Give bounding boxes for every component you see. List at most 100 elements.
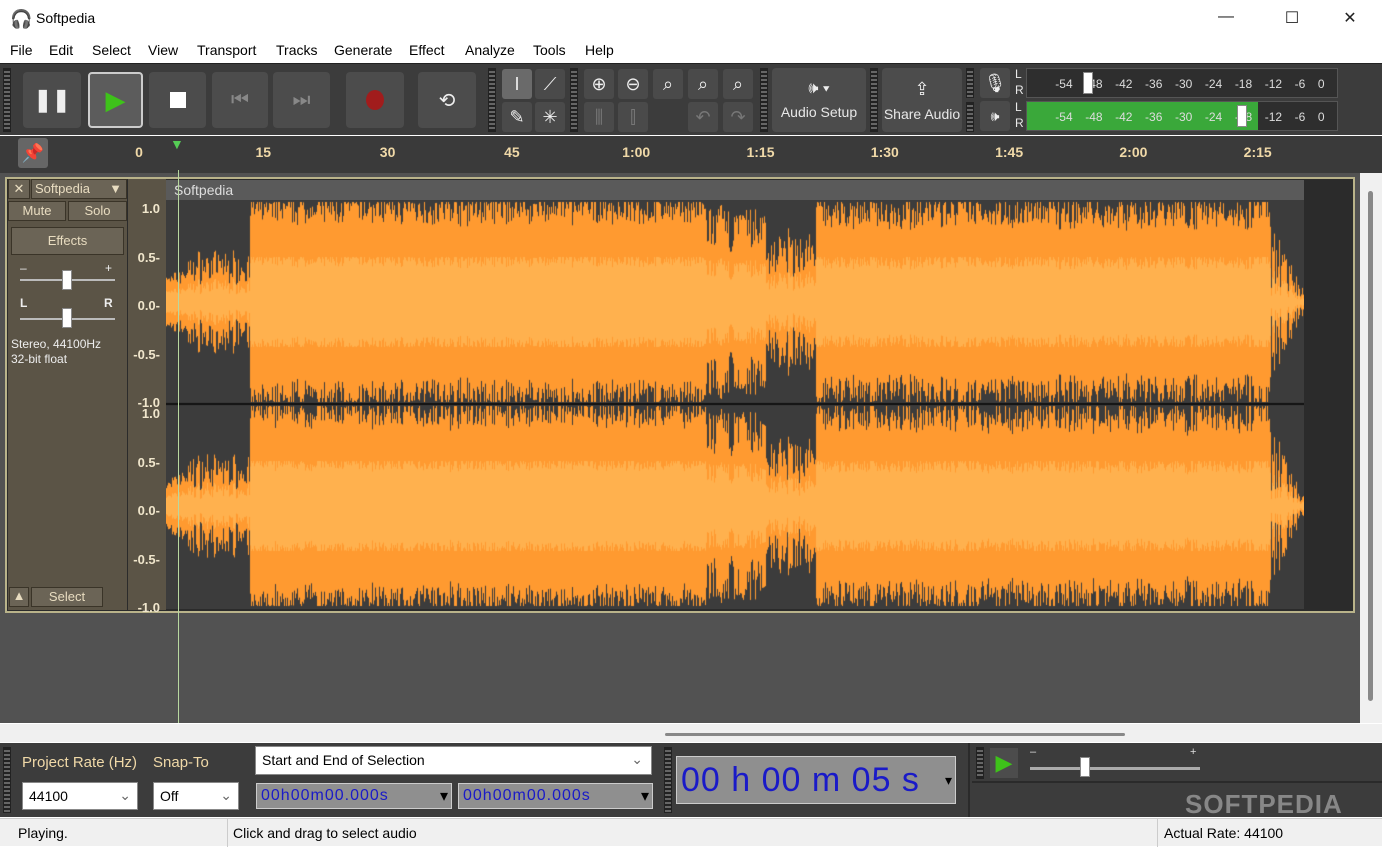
selection-toolbar: Project Rate (Hz) Snap-To 44100 ⌄ Off ⌄ St… — [0, 743, 1382, 819]
playback-meter-button[interactable]: 🕪 — [980, 101, 1010, 131]
menu-analyze[interactable]: Analyze — [465, 42, 515, 58]
playback-volume-slider[interactable] — [1237, 105, 1247, 127]
fit-selection-button[interactable]: ⌕ — [653, 69, 683, 99]
selection-mode-select[interactable]: Start and End of Selection ⌄ — [255, 746, 652, 775]
toolbar-grip[interactable] — [488, 68, 496, 132]
playhead-pin-icon[interactable]: ▼ — [170, 136, 184, 152]
toolbar-grip[interactable] — [870, 68, 878, 132]
menu-view[interactable]: View — [148, 42, 178, 58]
effects-button[interactable]: Effects — [11, 227, 124, 255]
pan-slider-handle[interactable] — [62, 308, 72, 328]
project-rate-label: Project Rate (Hz) — [22, 754, 138, 771]
close-track-button[interactable]: ✕ — [8, 179, 30, 199]
menu-tools[interactable]: Tools — [533, 42, 566, 58]
trim-button[interactable]: ⫼ — [584, 102, 614, 132]
mute-button[interactable]: Mute — [8, 201, 66, 221]
timeline-ruler[interactable]: 📌 ▼ 0 15 30 45 1:00 1:15 1:30 1:45 2:00 2:15 — [0, 136, 1382, 173]
toolbar-grip[interactable] — [976, 747, 984, 779]
waveform[interactable] — [166, 200, 1304, 609]
redo-button[interactable]: ↷ — [723, 102, 753, 132]
minimize-button[interactable]: — — [1206, 8, 1246, 30]
horizontal-scroll-thumb[interactable] — [665, 733, 1125, 736]
pause-icon: ❚❚ — [33, 87, 71, 112]
loop-button[interactable]: ⟲ — [418, 72, 476, 128]
record-meter-button[interactable]: 🎙 — [980, 68, 1010, 98]
pause-button[interactable]: ❚❚ — [23, 72, 81, 128]
envelope-tool[interactable]: ⟋ — [535, 69, 565, 99]
selection-end-time[interactable]: 00h00m00.000s ▾ — [458, 783, 653, 809]
close-icon: ✕ — [13, 181, 25, 196]
toolbar-grip[interactable] — [966, 68, 974, 98]
dropdown-arrow-icon: ▼ — [109, 181, 122, 196]
zoom-toggle-button[interactable]: ⌕ — [723, 69, 753, 99]
play-button[interactable]: ▶ — [88, 72, 143, 128]
track-menu-button[interactable]: Softpedia ▼ — [31, 179, 127, 199]
audio-setup-button[interactable]: 🕪 ▾ Audio Setup — [772, 68, 866, 132]
share-audio-button[interactable]: ⇪ Share Audio — [882, 68, 962, 132]
toolbar-grip[interactable] — [3, 747, 11, 813]
playback-speed-slider[interactable] — [1030, 767, 1200, 770]
collapse-track-button[interactable]: ▲ — [9, 587, 29, 607]
close-button[interactable]: ✕ — [1330, 8, 1370, 30]
clip-header[interactable]: Softpedia — [166, 180, 1304, 200]
record-meter[interactable]: -54 -48 -42 -36 -30 -24 -18 -12 -6 0 — [1026, 68, 1338, 98]
toolbar-grip[interactable] — [966, 102, 974, 132]
menu-help[interactable]: Help — [585, 42, 614, 58]
skip-to-start-button[interactable]: ⏮ — [212, 72, 268, 128]
gain-plus-label: + — [105, 261, 113, 275]
toolbar-grip[interactable] — [760, 68, 768, 132]
meter-right-label: R — [1015, 116, 1024, 130]
playback-speed-handle[interactable] — [1080, 757, 1090, 777]
amplitude-label: 1.0 — [141, 201, 160, 216]
meter-tick-label: -36 — [1145, 110, 1163, 124]
menu-tracks[interactable]: Tracks — [276, 42, 317, 58]
selection-start-time[interactable]: 00h00m00.000s ▾ — [256, 783, 452, 809]
draw-tool[interactable]: ✎ — [502, 102, 532, 132]
time-display[interactable]: 00 h 00 m 05 s ▾ — [676, 756, 956, 804]
ruler-label: 1:00 — [622, 144, 651, 160]
vertical-scrollbar[interactable] — [1360, 173, 1382, 723]
toolbar-grip[interactable] — [664, 747, 672, 813]
divider — [972, 781, 1382, 783]
amplitude-ruler[interactable]: 1.0 0.5- 0.0- -0.5- -1.0 1.0 0.5- 0.0- -0.5- -1.0 — [128, 179, 166, 615]
fit-project-button[interactable]: ⌕ — [688, 69, 718, 99]
silence-button[interactable]: ⫿ — [618, 102, 648, 132]
horizontal-scrollbar[interactable] — [0, 724, 1382, 742]
toolbar-grip[interactable] — [570, 68, 578, 132]
stop-button[interactable] — [149, 72, 206, 128]
selection-tool[interactable]: I — [502, 69, 532, 99]
gain-slider-handle[interactable] — [62, 270, 72, 290]
window-title: Softpedia — [36, 10, 96, 26]
selection-mode-value: Start and End of Selection — [262, 752, 425, 768]
solo-button[interactable]: Solo — [68, 201, 127, 221]
status-state: Playing. — [18, 825, 68, 841]
play-at-speed-button[interactable]: ▶ — [990, 748, 1018, 778]
menu-generate[interactable]: Generate — [334, 42, 392, 58]
snap-to-select[interactable]: Off ⌄ — [153, 782, 239, 810]
multi-tool[interactable]: ✳ — [535, 102, 565, 132]
menu-effect[interactable]: Effect — [409, 42, 445, 58]
zoom-out-button[interactable]: ⊖ — [618, 69, 648, 99]
playback-meter[interactable]: -54-48-42-36-30-24-18-12-60 — [1026, 101, 1338, 131]
amplitude-label: 0.5- — [137, 454, 160, 470]
ruler-label: 30 — [379, 144, 396, 160]
skip-to-end-button[interactable]: ⏭ — [273, 72, 330, 128]
maximize-button[interactable]: ☐ — [1272, 8, 1312, 30]
menu-file[interactable]: File — [10, 42, 33, 58]
zoom-in-button[interactable]: ⊕ — [584, 69, 614, 99]
menu-transport[interactable]: Transport — [197, 42, 256, 58]
undo-button[interactable]: ↶ — [688, 102, 718, 132]
vertical-scroll-thumb[interactable] — [1368, 191, 1373, 701]
menu-select[interactable]: Select — [92, 42, 131, 58]
select-track-button[interactable]: Select — [31, 587, 103, 607]
pin-playhead-button[interactable]: 📌 — [18, 138, 48, 168]
record-level-slider[interactable] — [1083, 72, 1093, 94]
microphone-icon: 🎙 — [983, 72, 1007, 93]
menu-edit[interactable]: Edit — [49, 42, 73, 58]
softpedia-watermark: SOFTPEDIA — [1185, 789, 1343, 819]
record-button[interactable] — [346, 72, 404, 128]
ruler-label: 2:00 — [1119, 144, 1148, 160]
project-rate-select[interactable]: 44100 ⌄ — [22, 782, 138, 810]
track-control-panel[interactable]: ✕ Softpedia ▼ Mute Solo Effects – + L R S… — [8, 179, 127, 610]
toolbar-grip[interactable] — [3, 68, 11, 132]
